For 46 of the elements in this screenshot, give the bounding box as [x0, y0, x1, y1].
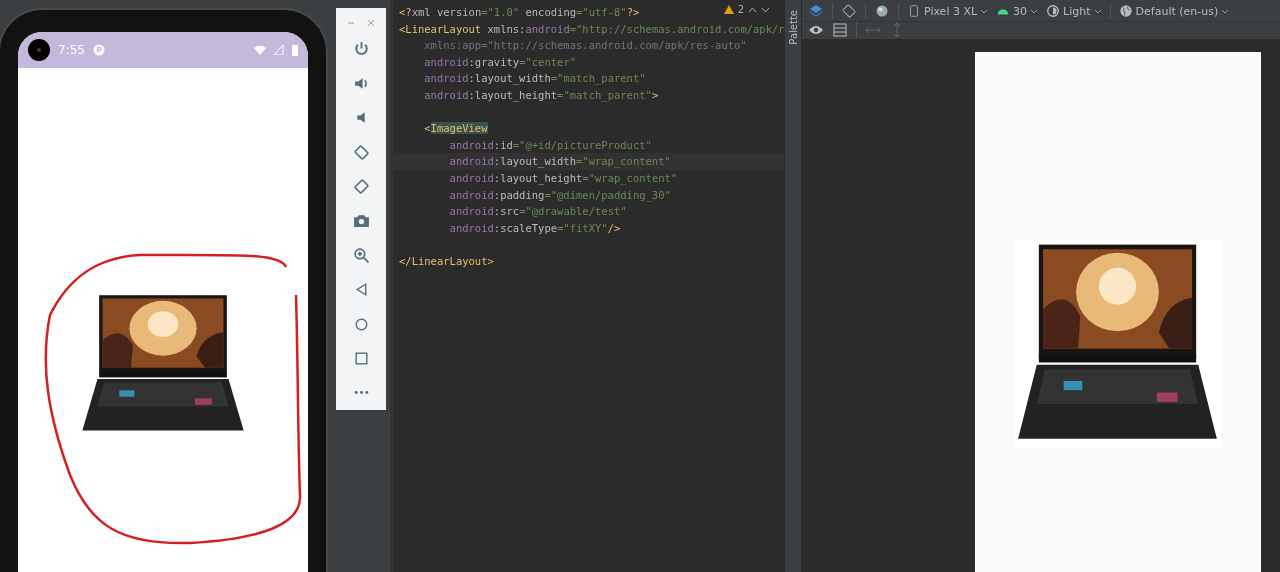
code-line: android:gravity="center" — [423, 54, 577, 70]
previous-icon[interactable] — [748, 5, 757, 14]
device-dropdown[interactable]: Pixel 3 XL — [907, 4, 989, 19]
code-line: <LinearLayout xmlns:android="http://schemas.android.com/apk/r — [399, 21, 785, 37]
code-line: android:id="@+id/pictureProduct" — [448, 137, 652, 153]
code-line: <?xml version="1.0" encoding="utf-8"?> — [399, 5, 640, 20]
code-line: android:src="@drawable/test" — [448, 204, 627, 220]
wifi-icon — [254, 45, 266, 55]
api-level-dropdown[interactable]: 30 — [996, 4, 1039, 19]
zoom-icon[interactable] — [352, 246, 370, 264]
status-time: 7:55 — [58, 43, 85, 57]
phone-icon — [907, 4, 921, 19]
globe-icon — [1118, 4, 1133, 19]
contrast-icon — [1046, 4, 1061, 19]
caret-icon — [980, 7, 989, 15]
home-icon[interactable] — [352, 315, 370, 333]
overview-icon[interactable] — [352, 349, 370, 367]
rotate-left-icon[interactable] — [352, 143, 370, 161]
battery-icon — [292, 44, 298, 56]
code-line: android:layout_width="match_parent" — [423, 71, 646, 87]
code-line: <ImageView — [423, 121, 488, 137]
list-layout-icon[interactable] — [832, 22, 848, 39]
camera-hole-icon — [28, 39, 50, 61]
theme-dropdown[interactable]: Light — [1046, 4, 1102, 19]
locale-dropdown[interactable]: Default (en-us) — [1118, 4, 1230, 19]
orientation-icon[interactable] — [841, 3, 857, 20]
caret-icon — [1030, 7, 1039, 15]
next-icon[interactable] — [761, 5, 770, 14]
close-icon[interactable] — [367, 18, 375, 27]
code-line: android:padding="@dimen/padding_30" — [448, 187, 671, 204]
caret-icon — [1093, 7, 1102, 15]
code-line: android:layout_height="match_parent"> — [423, 87, 659, 104]
power-icon[interactable] — [352, 40, 370, 58]
signal-icon — [274, 45, 284, 55]
code-line: </LinearLayout> — [399, 253, 494, 269]
warning-count: 2 — [737, 4, 744, 15]
code-editor[interactable] — [390, 0, 784, 572]
caret-icon — [1221, 7, 1230, 15]
code-line: android:scaleType="fitXY"/> — [448, 220, 621, 236]
camera-icon[interactable] — [352, 212, 370, 230]
rotate-right-icon[interactable] — [352, 177, 370, 195]
notification-icon — [92, 44, 105, 56]
code-line: android:layout_height="wrap_content" — [448, 170, 678, 187]
code-line: xmlns:app="http://schemas.android.com/apk/res-auto" — [423, 38, 747, 54]
warning-icon — [723, 5, 734, 14]
palette-tab[interactable]: Palette — [787, 10, 799, 45]
